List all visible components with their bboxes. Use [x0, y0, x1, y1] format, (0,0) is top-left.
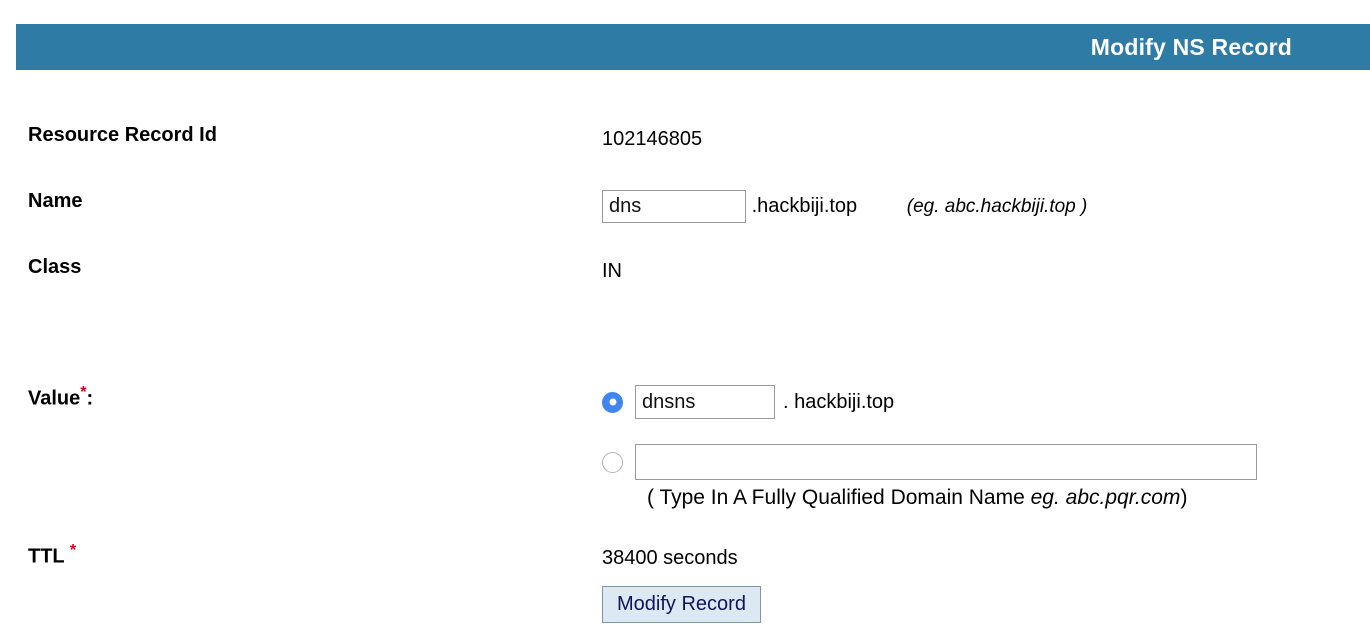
value-fqdn-hint-example: eg. abc.pqr.com [1030, 486, 1181, 509]
value-domain-suffix: . hackbiji.top [783, 390, 895, 413]
form-row-ttl: TTL * 38400 seconds [0, 543, 1370, 573]
value-option-2-radio[interactable] [602, 451, 623, 473]
ttl-required-asterisk: * [69, 542, 77, 559]
page-title: Modify NS Record [1090, 33, 1292, 60]
resource-record-id-value-cell: 102146805 [602, 124, 1370, 154]
value-options-cell: . hackbiji.top ( Type In A Fully Qualifi… [602, 385, 1370, 510]
form-row-value: Value*: . hackbiji.top ( Type In A Fully… [0, 385, 1370, 510]
form-row-name: Name .hackbiji.top (eg. abc.hackbiji.top… [0, 190, 1370, 223]
name-example-hint: (eg. abc.hackbiji.top ) [906, 195, 1088, 217]
ttl-value: 38400 seconds [602, 547, 738, 569]
value-label-cell: Value*: [0, 385, 602, 411]
form-row-class: Class IN [0, 256, 1370, 286]
ttl-label-cell: TTL * [0, 543, 602, 569]
value-label: Value [28, 387, 81, 410]
value-label-colon: : [86, 387, 94, 410]
name-value-cell: .hackbiji.top (eg. abc.hackbiji.top ) [602, 190, 1370, 223]
value-fqdn-hint-prefix: ( Type In A Fully Qualified Domain Name [647, 486, 1031, 509]
value-fqdn-input[interactable] [635, 444, 1257, 480]
value-subdomain-input[interactable] [635, 385, 775, 419]
name-label: Name [28, 190, 83, 212]
value-fqdn-hint-suffix: ) [1180, 486, 1188, 509]
submit-cell: Modify Record [602, 586, 1370, 623]
value-option-2-row [602, 444, 1370, 480]
modify-record-button[interactable]: Modify Record [602, 586, 761, 623]
ttl-label: TTL [28, 545, 65, 568]
value-fqdn-hint: ( Type In A Fully Qualified Domain Name … [647, 486, 1370, 510]
resource-record-id-value: 102146805 [602, 128, 703, 150]
resource-record-id-label: Resource Record Id [28, 124, 217, 146]
value-option-1-radio[interactable] [602, 391, 623, 413]
form-row-submit: Modify Record [0, 586, 1370, 623]
name-input[interactable] [602, 190, 746, 223]
name-domain-suffix: .hackbiji.top [751, 195, 858, 217]
value-option-1-row: . hackbiji.top [602, 385, 1370, 419]
class-value: IN [602, 260, 622, 282]
class-label: Class [28, 256, 82, 278]
form-row-resource-record-id: Resource Record Id 102146805 [0, 124, 1370, 154]
class-value-cell: IN [602, 256, 1370, 286]
modify-ns-record-page: Modify NS Record Resource Record Id 1021… [0, 0, 1370, 632]
page-header-bar: Modify NS Record [16, 24, 1370, 70]
ttl-value-cell: 38400 seconds [602, 543, 1370, 573]
